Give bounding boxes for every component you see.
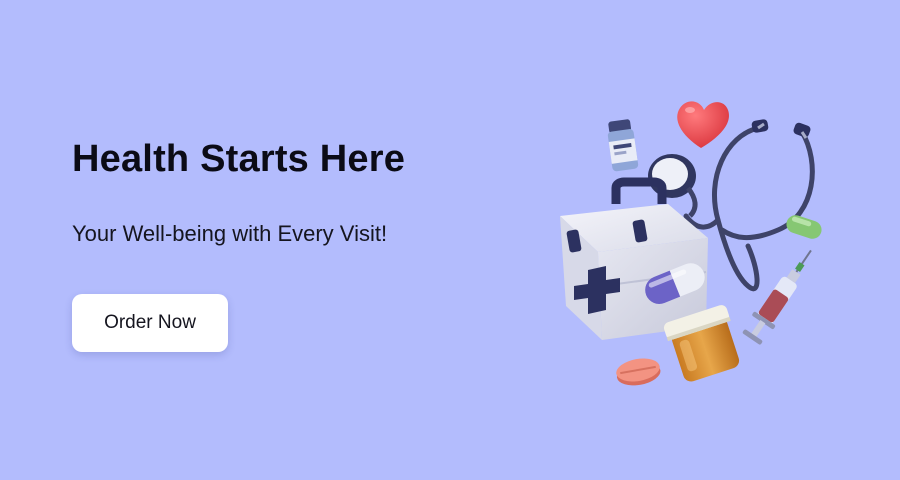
promo-banner: Health Starts Here Your Well-being with … (0, 0, 900, 480)
banner-subheadline: Your Well-being with Every Visit! (72, 221, 388, 246)
banner-headline: Health Starts Here (72, 138, 406, 180)
heart-icon (677, 101, 729, 148)
green-pill-icon (786, 215, 822, 239)
order-now-button[interactable]: Order Now (72, 294, 228, 352)
medical-illustration (520, 80, 860, 400)
first-aid-kit-icon (560, 177, 708, 340)
medicine-vial-icon (607, 119, 639, 172)
pill-tablet-icon (616, 358, 661, 386)
